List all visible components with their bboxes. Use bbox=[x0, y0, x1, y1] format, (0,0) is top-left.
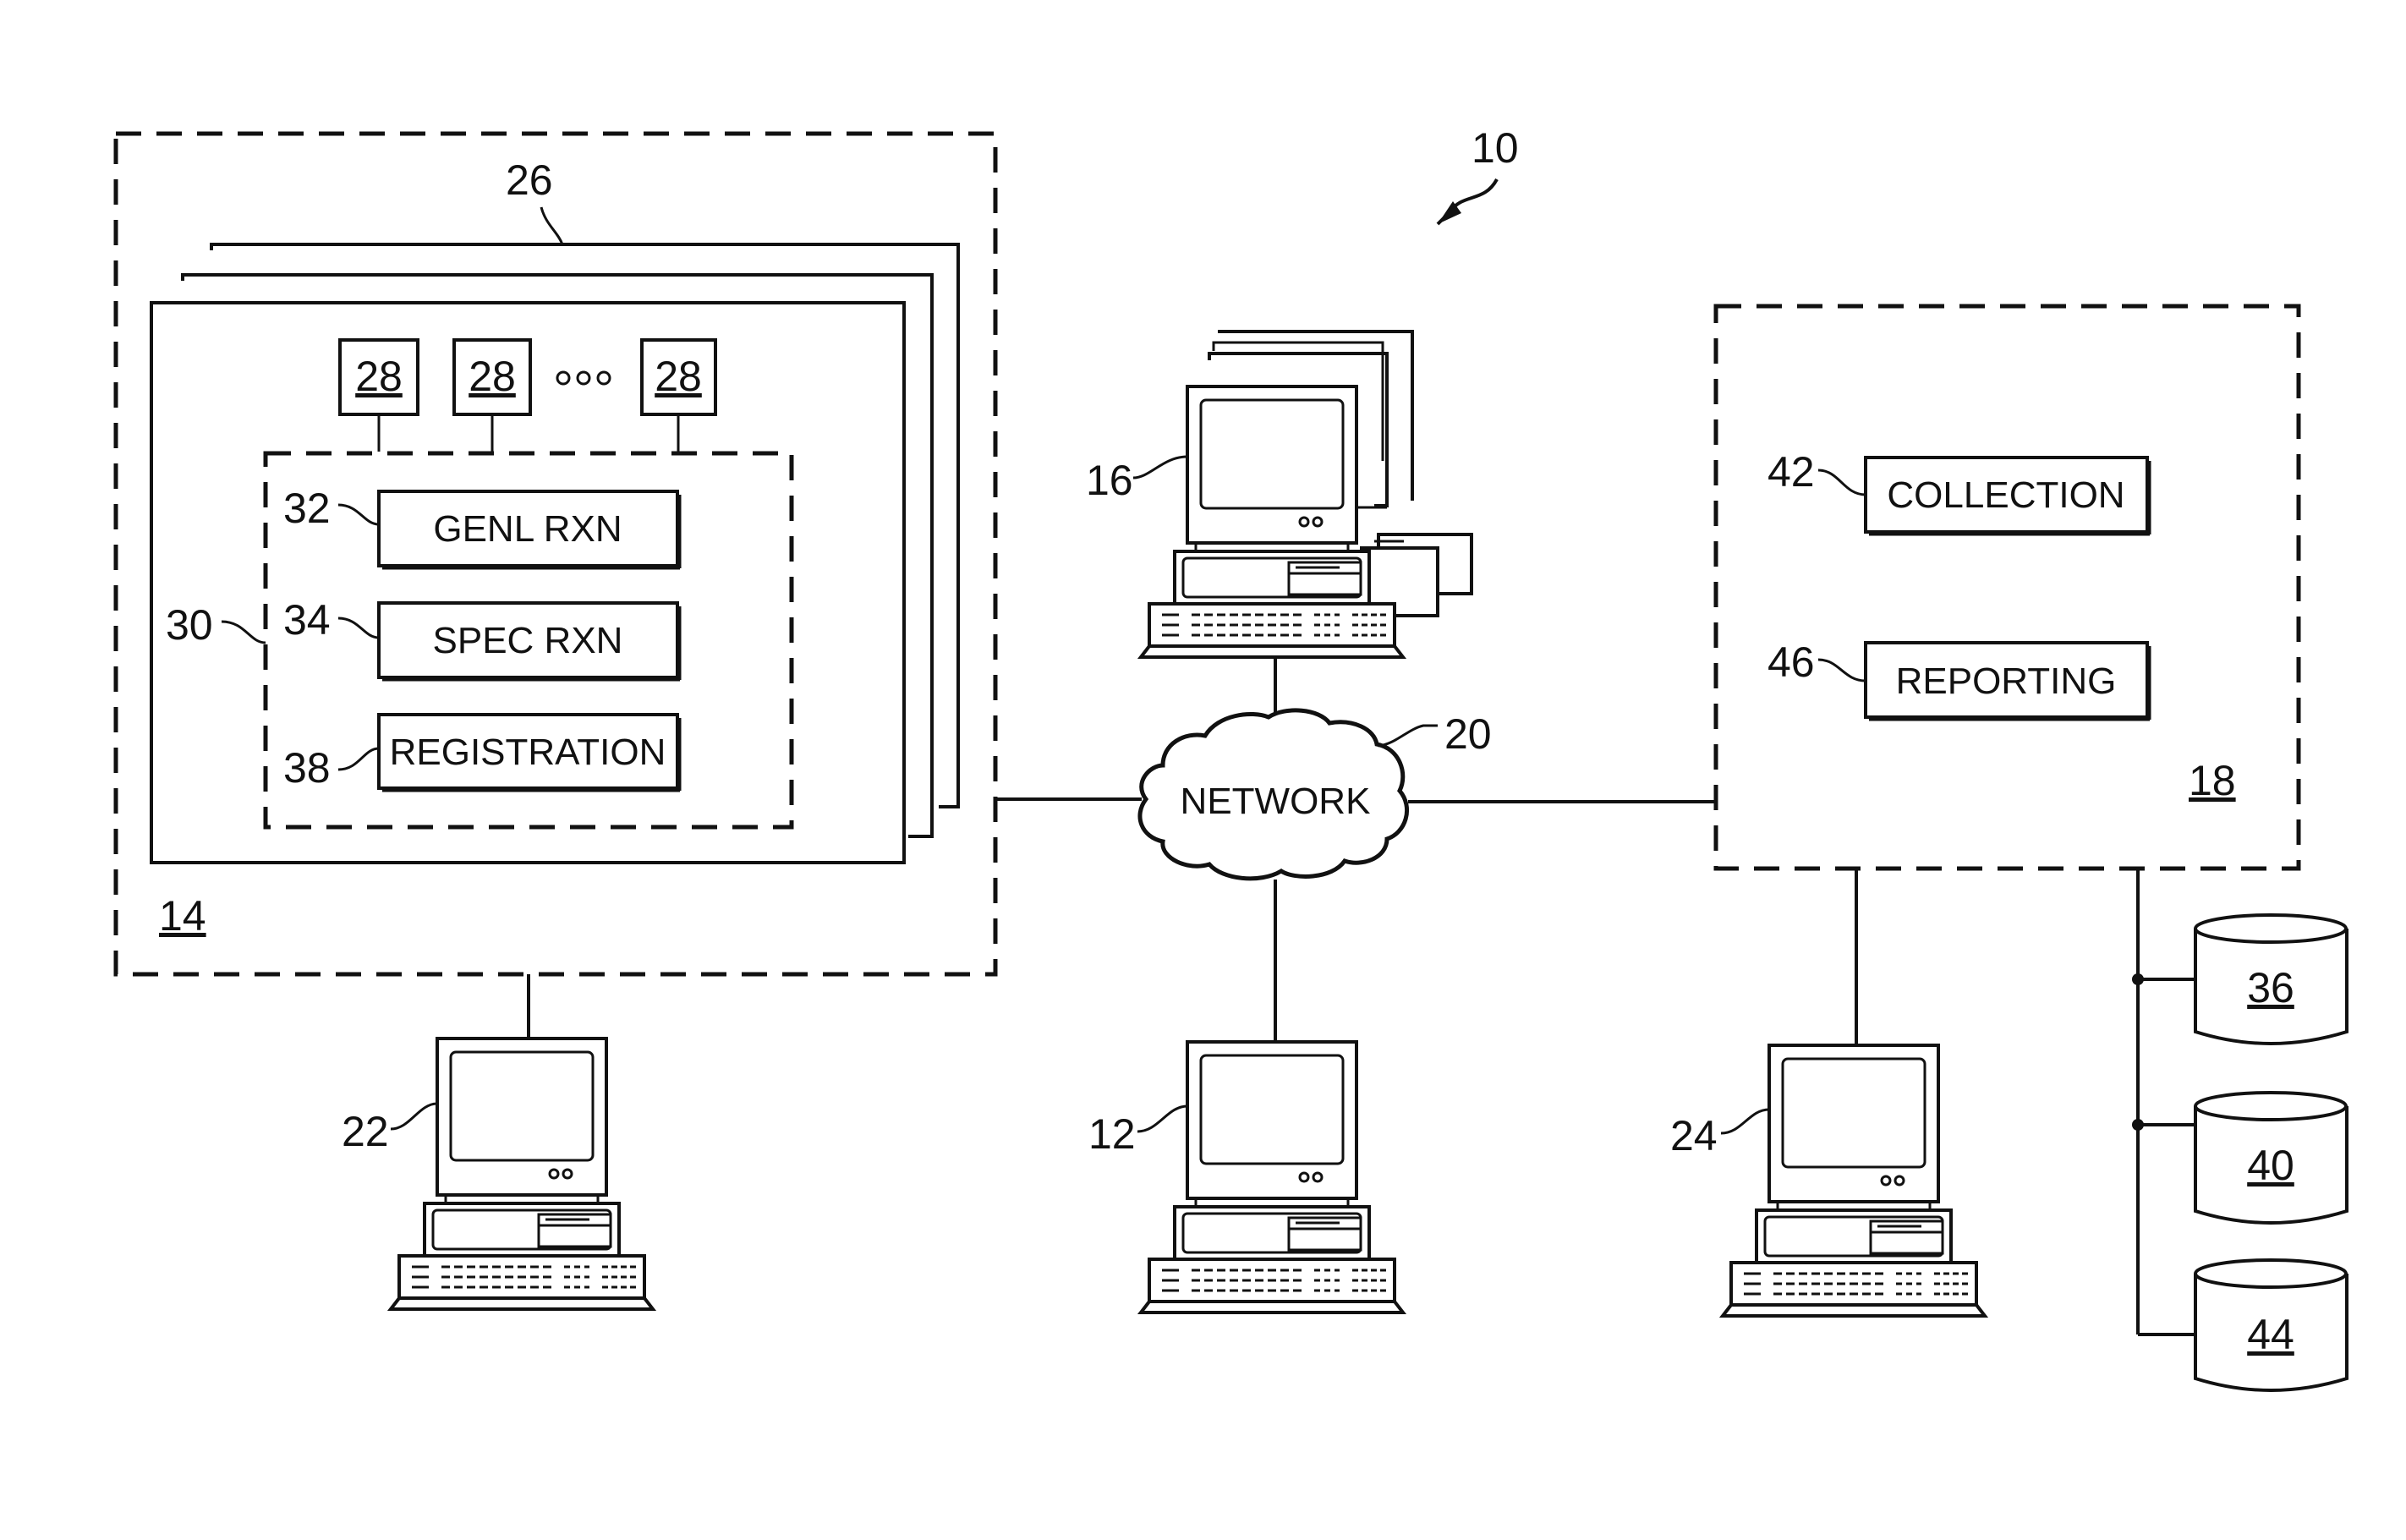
svg-text:28: 28 bbox=[469, 353, 516, 400]
computer-icon bbox=[1139, 385, 1405, 659]
network-cloud: NETWORK 20 bbox=[997, 651, 1716, 1042]
svg-text:28: 28 bbox=[355, 353, 403, 400]
svg-text:28: 28 bbox=[655, 353, 702, 400]
stack-ref-label: 26 bbox=[506, 156, 553, 204]
system-ref-label: 10 bbox=[1472, 124, 1519, 172]
computer-16: 16 bbox=[1086, 330, 1473, 659]
computer-icon bbox=[1721, 1044, 1987, 1318]
database-icon: 40 bbox=[2247, 1142, 2294, 1189]
svg-text:REPORTING: REPORTING bbox=[1896, 660, 2117, 702]
computer-12-ref: 12 bbox=[1088, 1110, 1136, 1158]
server-18: COLLECTION 42 REPORTING 46 18 bbox=[1713, 304, 2301, 871]
svg-text:34: 34 bbox=[283, 596, 331, 644]
system-reference: 10 bbox=[1436, 124, 1519, 226]
database-36: 36 bbox=[2194, 913, 2348, 1045]
database-44: 44 bbox=[2194, 1258, 2348, 1392]
network-label: NETWORK bbox=[1181, 781, 1371, 822]
server-14: 26 28 28 28 30 GENL RXN 32 SPEC RXN 34 R… bbox=[113, 131, 998, 977]
svg-text:GENL RXN: GENL RXN bbox=[433, 508, 622, 550]
junction-dot bbox=[2132, 973, 2144, 985]
database-40: 40 bbox=[2194, 1091, 2348, 1225]
computer-16-ref: 16 bbox=[1086, 457, 1133, 504]
svg-text:REGISTRATION: REGISTRATION bbox=[390, 732, 666, 773]
computer-icon bbox=[389, 1037, 655, 1311]
server-14-ref-label: 14 bbox=[159, 892, 206, 940]
svg-text:32: 32 bbox=[283, 485, 331, 532]
block-reporting: REPORTING 46 bbox=[1768, 638, 2151, 721]
system-diagram: 10 26 28 28 28 30 GENL RXN 32 SPEC RXN 3… bbox=[113, 124, 2348, 1392]
svg-text:38: 38 bbox=[283, 744, 331, 792]
computer-12: 12 bbox=[1088, 1040, 1405, 1314]
svg-text:46: 46 bbox=[1768, 638, 1815, 686]
block-collection: COLLECTION 42 bbox=[1768, 448, 2151, 536]
svg-text:42: 42 bbox=[1768, 448, 1815, 496]
network-ref-leader bbox=[1378, 724, 1438, 748]
svg-text:SPEC RXN: SPEC RXN bbox=[433, 620, 623, 661]
svg-text:COLLECTION: COLLECTION bbox=[1887, 474, 2124, 516]
computer-22-ref: 22 bbox=[342, 1108, 389, 1155]
group-ref-label: 30 bbox=[166, 601, 213, 649]
stack-ref-leader bbox=[540, 206, 564, 245]
server-18-ref-label: 18 bbox=[2189, 757, 2236, 804]
computer-24: 24 bbox=[1670, 869, 1987, 1318]
database-icon: 36 bbox=[2247, 964, 2294, 1011]
database-icon: 44 bbox=[2247, 1311, 2294, 1358]
database-bus bbox=[2132, 869, 2195, 1336]
computer-icon bbox=[1139, 1040, 1405, 1314]
junction-dot bbox=[2132, 1119, 2144, 1131]
network-ref-label: 20 bbox=[1444, 710, 1492, 758]
computer-22: 22 bbox=[342, 974, 655, 1311]
computer-24-ref: 24 bbox=[1670, 1112, 1718, 1159]
